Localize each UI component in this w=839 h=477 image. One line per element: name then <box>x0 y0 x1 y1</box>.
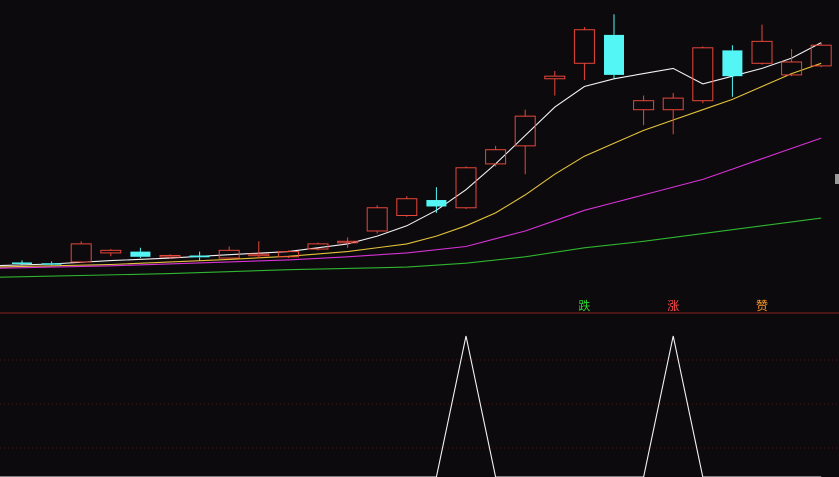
candle-15 <box>426 187 447 213</box>
candle-7 <box>189 251 210 261</box>
candle-14 <box>396 196 418 217</box>
candle-body <box>810 44 832 67</box>
candle-23 <box>662 92 684 135</box>
candle-body <box>662 97 684 111</box>
scroll-marker <box>835 174 839 184</box>
ma60-line <box>0 217 822 278</box>
candle-body <box>12 262 32 264</box>
candle-body <box>100 249 122 254</box>
candle-20 <box>573 27 595 81</box>
candle-body <box>396 198 418 216</box>
moving-averages <box>0 42 822 278</box>
candle-body <box>426 200 447 207</box>
candle-body <box>633 100 655 111</box>
candle-12 <box>337 237 359 248</box>
signal-label-1: 跌 <box>578 298 590 313</box>
candle-body <box>604 34 624 75</box>
candle-4 <box>100 249 122 257</box>
candle-body <box>544 75 566 80</box>
candle-13 <box>366 205 388 234</box>
candle-24 <box>692 46 714 104</box>
candle-9 <box>248 241 270 259</box>
candle-19 <box>544 71 566 96</box>
candlesticks <box>12 14 832 266</box>
candle-8 <box>218 246 240 260</box>
candle-body <box>722 50 743 77</box>
candle-body <box>41 263 62 265</box>
candle-body <box>692 47 714 102</box>
candle-body <box>130 251 151 257</box>
candle-26 <box>751 24 773 65</box>
indicator-grid <box>0 312 839 449</box>
ma20-line <box>0 137 822 269</box>
candle-body <box>514 115 536 147</box>
indicator-line <box>0 335 822 477</box>
signal-label-3: 赞 <box>756 299 768 313</box>
candle-5 <box>130 247 151 259</box>
candle-2 <box>41 261 62 266</box>
candle-21 <box>604 14 624 79</box>
ma10-line <box>0 62 822 268</box>
candle-body <box>159 254 181 258</box>
candle-22 <box>633 95 655 126</box>
candle-body <box>248 253 270 257</box>
ma5-line <box>0 42 822 267</box>
candle-body <box>366 207 388 232</box>
candle-16 <box>455 166 477 210</box>
candle-3 <box>70 241 92 263</box>
candle-body <box>751 40 773 64</box>
signal-labels: 跌涨赞 <box>578 298 768 313</box>
candle-27 <box>781 49 803 77</box>
candle-body <box>573 29 595 64</box>
candle-body <box>455 167 477 209</box>
stock-chart: 跌涨赞 <box>0 14 839 477</box>
candle-body <box>70 243 92 263</box>
candle-body <box>781 61 803 76</box>
candle-25 <box>722 45 743 97</box>
candle-body <box>189 255 210 258</box>
signal-label-2: 涨 <box>667 298 679 313</box>
candle-1 <box>12 260 32 265</box>
candle-10 <box>277 250 299 259</box>
